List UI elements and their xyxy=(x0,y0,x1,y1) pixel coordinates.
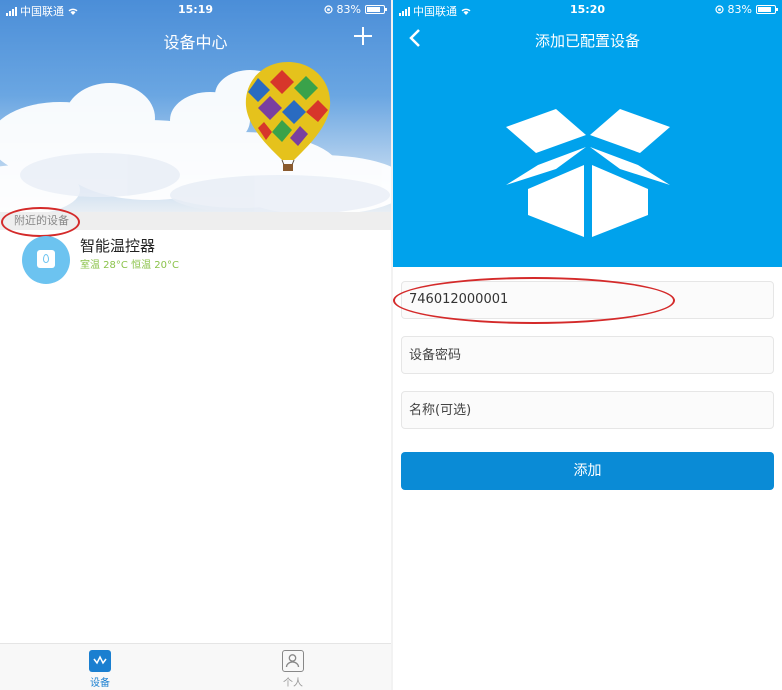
nearby-devices-header: 附近的设备 xyxy=(0,212,391,230)
device-list-item[interactable]: 智能温控器 室温 28°C 恒温 20°C xyxy=(0,232,391,284)
open-box-icon xyxy=(506,109,670,237)
device-center-screen: 中国联通 15:19 83% 设备中心 附近的设备 智能温控器 室温 28°C … xyxy=(0,0,391,690)
page-title: 添加已配置设备 xyxy=(534,32,640,50)
battery-percent: 83% xyxy=(336,3,361,16)
orientation-lock-icon xyxy=(323,5,333,14)
add-configured-device-screen: 中国联通 15:20 83% 添加已配置设备 746012000001 名称(可… xyxy=(393,0,782,690)
battery-percent: 83% xyxy=(727,3,752,16)
page-title: 设备中心 xyxy=(163,33,228,52)
tab-profile-label: 个人 xyxy=(283,678,303,689)
profile-tab-icon xyxy=(282,650,304,672)
name-field[interactable] xyxy=(401,391,774,429)
device-name: 智能温控器 xyxy=(80,237,156,255)
tab-profile[interactable]: 个人 xyxy=(263,650,323,689)
battery-level xyxy=(758,7,772,12)
header-banner: 中国联通 15:20 83% 添加已配置设备 xyxy=(393,0,782,267)
orientation-lock-icon xyxy=(714,5,724,14)
battery-icon xyxy=(365,5,387,14)
battery-level xyxy=(367,7,381,12)
device-id-value: 746012000001 xyxy=(409,292,509,307)
password-input[interactable] xyxy=(409,337,773,373)
battery-info: 83% xyxy=(323,3,387,16)
add-device-icon[interactable] xyxy=(353,26,373,46)
devices-tab-icon xyxy=(89,650,111,672)
thermostat-icon xyxy=(22,236,70,284)
tab-devices-label: 设备 xyxy=(90,678,110,689)
battery-icon xyxy=(756,5,778,14)
add-button[interactable]: 添加 xyxy=(401,452,774,490)
name-input[interactable] xyxy=(409,392,773,428)
status-bar: 中国联通 15:19 83% xyxy=(0,0,391,20)
hero-banner: 中国联通 15:19 83% 设备中心 xyxy=(0,0,391,212)
status-bar: 中国联通 15:20 83% xyxy=(393,0,782,20)
battery-info: 83% xyxy=(714,3,778,16)
password-field[interactable] xyxy=(401,336,774,374)
tab-bar: 设备 个人 xyxy=(0,643,391,690)
device-status: 室温 28°C 恒温 20°C xyxy=(80,260,179,271)
tab-devices[interactable]: 设备 xyxy=(70,650,130,689)
device-id-field[interactable]: 746012000001 xyxy=(401,281,774,319)
